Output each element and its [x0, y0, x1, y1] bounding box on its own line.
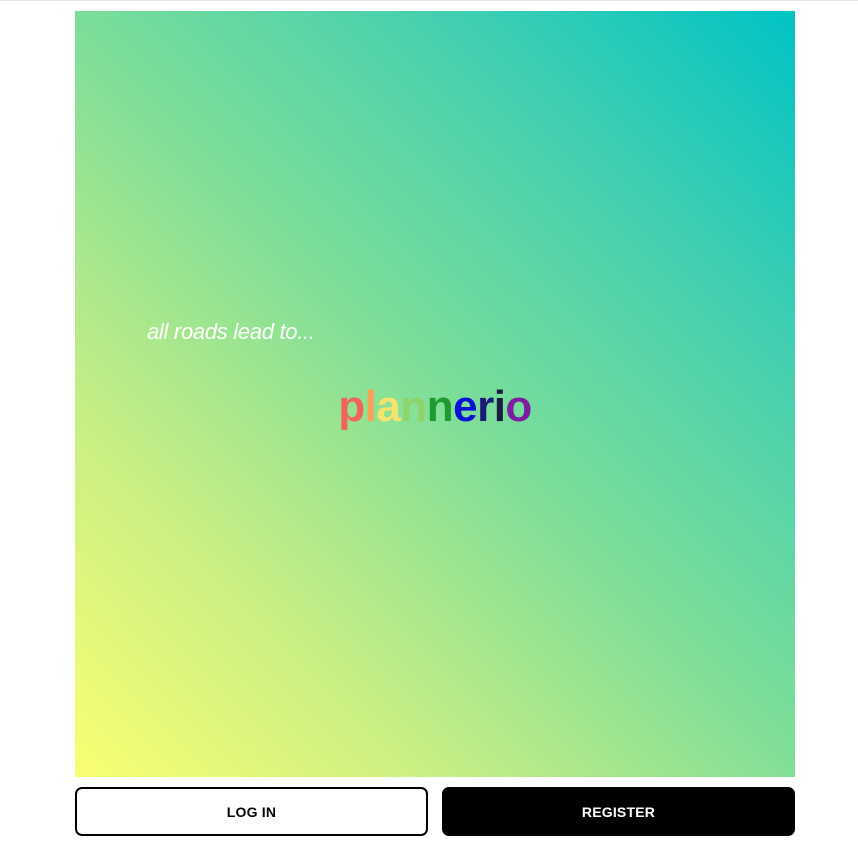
- tagline: all roads lead to...: [147, 319, 315, 344]
- logo-letter: p: [338, 382, 365, 431]
- logo-letter: l: [364, 382, 377, 431]
- hero-banner: all roads lead to... plannerio: [75, 11, 795, 777]
- logo-letter: i: [493, 382, 506, 431]
- logo-letter: n: [426, 382, 454, 431]
- top-divider: [0, 0, 858, 1]
- logo-letter: n: [400, 382, 427, 431]
- logo-letter: e: [453, 382, 478, 431]
- login-button[interactable]: LOG IN: [75, 787, 428, 836]
- logo-letter: o: [505, 382, 532, 431]
- logo-letter: r: [477, 382, 494, 431]
- logo-letter: a: [376, 382, 401, 431]
- register-button[interactable]: REGISTER: [442, 787, 795, 836]
- app-logo: plannerio: [75, 385, 795, 429]
